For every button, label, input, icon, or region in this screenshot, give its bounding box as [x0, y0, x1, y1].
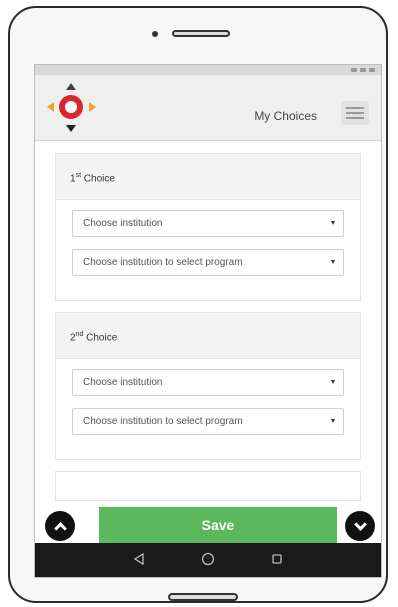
institution-select-placeholder: Choose institution	[83, 218, 163, 229]
status-bar	[35, 65, 381, 75]
action-bar: Save	[35, 501, 381, 543]
dropdown-caret-icon	[331, 380, 335, 384]
choice-ordinal-suffix: nd	[75, 331, 84, 338]
chevron-glyph	[353, 517, 367, 531]
chevron-down-icon[interactable]	[345, 511, 375, 541]
institution-select-placeholder: Choose institution	[83, 377, 163, 388]
dropdown-caret-icon	[331, 260, 335, 264]
choice-ordinal-suffix: st	[75, 172, 82, 179]
choice-card-body: Choose institution Choose institution to…	[56, 359, 360, 459]
app-header: My Choices	[35, 75, 381, 141]
choice-card-header: 2nd Choice	[56, 313, 360, 359]
hamburger-menu-icon[interactable]	[341, 101, 369, 125]
home-button[interactable]	[168, 593, 238, 601]
page-title: My Choices	[254, 109, 317, 123]
choice-card-3-partial	[55, 471, 361, 501]
choice-label: Choice	[86, 332, 118, 344]
choice-card-header: 1st Choice	[56, 154, 360, 200]
system-nav-bar	[35, 543, 381, 577]
logo-arrow-up	[66, 82, 76, 90]
menu-line	[346, 117, 364, 119]
wifi-icon	[360, 68, 366, 72]
front-camera	[152, 31, 158, 37]
dropdown-caret-icon	[331, 419, 335, 423]
program-select-placeholder: Choose institution to select program	[83, 257, 243, 268]
compass-logo-icon[interactable]	[45, 81, 99, 135]
menu-line	[346, 107, 364, 109]
recent-apps-square-icon[interactable]	[271, 552, 283, 570]
phone-frame: My Choices 1st Choice Choose institution…	[8, 6, 388, 603]
choice-label: Choice	[83, 173, 115, 185]
home-circle-icon[interactable]	[201, 552, 215, 571]
logo-arrow-right	[89, 101, 96, 112]
program-select-placeholder: Choose institution to select program	[83, 416, 243, 427]
logo-ring	[59, 94, 83, 119]
choice-card-1: 1st Choice Choose institution Choose ins…	[55, 153, 361, 301]
signal-icon	[351, 68, 357, 72]
logo-arrow-down	[66, 124, 76, 132]
chevron-up-icon[interactable]	[45, 511, 75, 541]
choices-list[interactable]: 1st Choice Choose institution Choose ins…	[35, 142, 381, 502]
program-select[interactable]: Choose institution to select program	[72, 408, 344, 435]
choice-card-body: Choose institution Choose institution to…	[56, 200, 360, 300]
choice-card-2: 2nd Choice Choose institution Choose ins…	[55, 312, 361, 460]
save-button[interactable]: Save	[99, 507, 337, 543]
menu-line	[346, 112, 364, 114]
program-select[interactable]: Choose institution to select program	[72, 249, 344, 276]
app-screen: My Choices 1st Choice Choose institution…	[34, 64, 382, 578]
back-triangle-icon[interactable]	[133, 552, 145, 570]
chevron-glyph	[53, 521, 67, 535]
institution-select[interactable]: Choose institution	[72, 210, 344, 237]
dropdown-caret-icon	[331, 221, 335, 225]
earpiece-speaker	[172, 30, 230, 37]
logo-arrow-left	[47, 101, 54, 112]
battery-icon	[369, 68, 375, 72]
institution-select[interactable]: Choose institution	[72, 369, 344, 396]
